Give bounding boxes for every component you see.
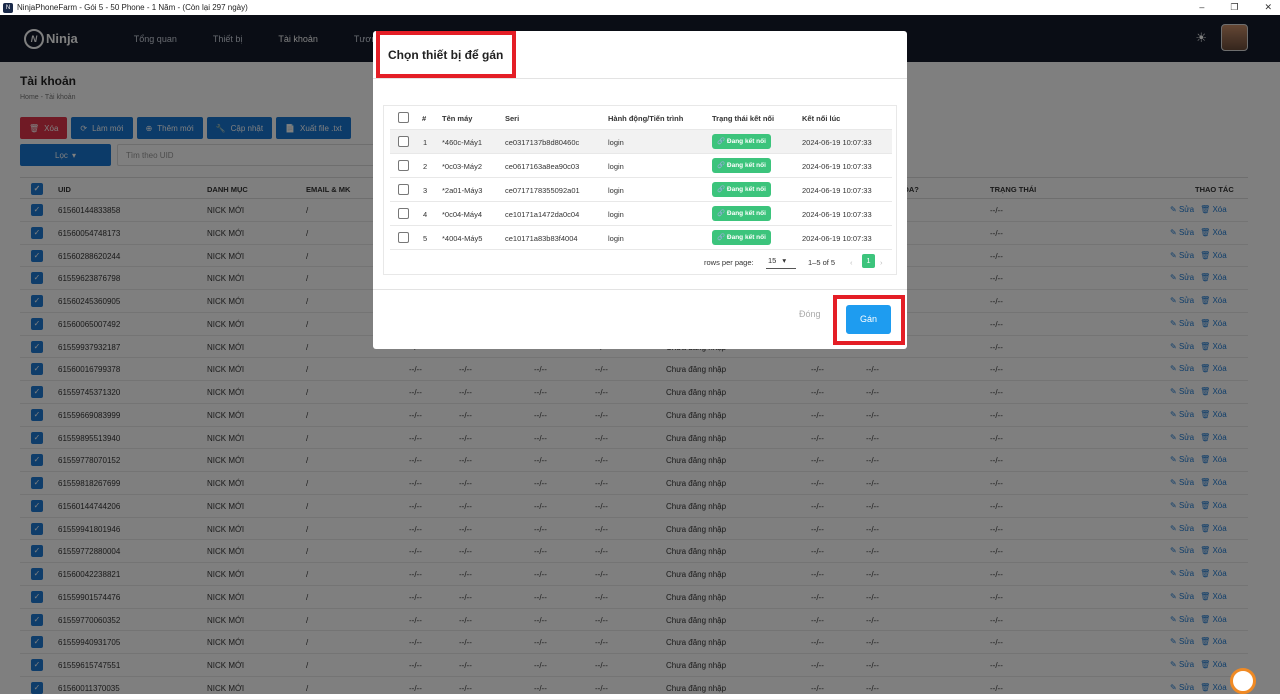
pagination: rows per page: 15 ▾ 1–5 of 5 ‹ 1 › [384, 254, 898, 274]
col-serial: Seri [505, 114, 520, 123]
device-checkbox[interactable] [398, 136, 409, 147]
connection-status: Đang kết nối [726, 186, 766, 193]
app-icon: N [3, 2, 13, 13]
col-action: Hành động/Tiến trình [608, 114, 684, 123]
caret-down-icon: ▾ [782, 256, 787, 265]
device-action: login [608, 162, 624, 171]
col-time: Kết nối lúc [802, 114, 841, 123]
modal-divider [373, 78, 907, 79]
corner-logo-icon [1230, 668, 1256, 694]
device-num: 2 [423, 162, 428, 171]
connection-status: Đang kết nối [726, 234, 766, 241]
current-page-button[interactable]: 1 [862, 254, 875, 268]
device-row[interactable]: 1 *460c-Máy1 ce0317137b8d80460c login 🔗 … [390, 130, 892, 154]
connection-badge: 🔗 Đang kết nối [712, 182, 771, 197]
rows-per-page-value: 15 [768, 256, 777, 265]
device-connected-time: 2024-06-19 10:07:33 [802, 234, 872, 243]
device-connected-time: 2024-06-19 10:07:33 [802, 138, 872, 147]
connection-status: Đang kết nối [726, 138, 766, 145]
close-button[interactable]: Đóng [799, 309, 821, 319]
link-icon: 🔗 [717, 138, 726, 145]
device-table: # Tên máy Seri Hành động/Tiến trình Trạn… [383, 105, 897, 275]
connection-badge: 🔗 Đang kết nối [712, 158, 771, 173]
device-serial: ce10171a1472da0c04 [505, 210, 580, 219]
device-connected-time: 2024-06-19 10:07:33 [802, 186, 872, 195]
assign-device-modal: Chọn thiết bị để gán # Tên máy Seri Hành… [373, 31, 907, 349]
modal-footer-divider [373, 289, 907, 290]
page-range: 1–5 of 5 [808, 258, 836, 267]
device-action: login [608, 138, 624, 147]
window-title: NinjaPhoneFarm - Gói 5 - 50 Phone - 1 Nă… [17, 3, 248, 12]
device-row[interactable]: 3 *2a01-Máy3 ce0717178355092a01 login 🔗 … [390, 178, 892, 202]
connection-badge: 🔗 Đang kết nối [712, 206, 771, 221]
link-icon: 🔗 [717, 186, 726, 193]
device-name: *2a01-Máy3 [442, 186, 483, 195]
connection-status: Đang kết nối [726, 162, 766, 169]
device-name: *0c04-Máy4 [442, 210, 483, 219]
device-table-header: # Tên máy Seri Hành động/Tiến trình Trạn… [390, 106, 892, 130]
col-name: Tên máy [442, 114, 473, 123]
col-status: Trạng thái kết nối [712, 114, 775, 123]
device-connected-time: 2024-06-19 10:07:33 [802, 210, 872, 219]
device-num: 3 [423, 186, 428, 195]
link-icon: 🔗 [717, 234, 726, 241]
link-icon: 🔗 [717, 210, 726, 217]
device-row[interactable]: 2 *0c03-Máy2 ce0617163a8ea90c03 login 🔗 … [390, 154, 892, 178]
prev-page-icon[interactable]: ‹ [850, 258, 853, 267]
device-name: *4004-Máy5 [442, 234, 483, 243]
connection-badge: 🔗 Đang kết nối [712, 230, 771, 245]
rows-per-page-select[interactable]: 15 ▾ [766, 256, 796, 269]
col-num: # [422, 114, 427, 123]
device-action: login [608, 186, 624, 195]
device-row[interactable]: 5 *4004-Máy5 ce10171a83b83f4004 login 🔗 … [390, 226, 892, 250]
device-serial: ce0317137b8d80460c [505, 138, 580, 147]
highlight-box-assign [833, 295, 905, 345]
device-num: 4 [423, 210, 428, 219]
window-titlebar: N NinjaPhoneFarm - Gói 5 - 50 Phone - 1 … [0, 0, 1280, 15]
minimize-button[interactable]: – [1199, 0, 1204, 15]
maximize-button[interactable]: ❐ [1230, 0, 1238, 15]
close-window-button[interactable]: ✕ [1264, 0, 1272, 15]
device-checkbox[interactable] [398, 160, 409, 171]
device-connected-time: 2024-06-19 10:07:33 [802, 162, 872, 171]
device-serial: ce0617163a8ea90c03 [505, 162, 580, 171]
select-all-devices-checkbox[interactable] [398, 112, 409, 123]
device-serial: ce0717178355092a01 [505, 186, 580, 195]
device-action: login [608, 234, 624, 243]
next-page-icon[interactable]: › [880, 258, 883, 267]
link-icon: 🔗 [717, 162, 726, 169]
device-checkbox[interactable] [398, 208, 409, 219]
device-serial: ce10171a83b83f4004 [505, 234, 578, 243]
device-num: 1 [423, 138, 428, 147]
device-num: 5 [423, 234, 428, 243]
device-action: login [608, 210, 624, 219]
device-checkbox[interactable] [398, 232, 409, 243]
connection-status: Đang kết nối [726, 210, 766, 217]
highlight-box-title [376, 31, 516, 78]
rows-per-page-label: rows per page: [704, 258, 754, 267]
device-name: *0c03-Máy2 [442, 162, 483, 171]
device-row[interactable]: 4 *0c04-Máy4 ce10171a1472da0c04 login 🔗 … [390, 202, 892, 226]
connection-badge: 🔗 Đang kết nối [712, 134, 771, 149]
device-name: *460c-Máy1 [442, 138, 483, 147]
device-checkbox[interactable] [398, 184, 409, 195]
